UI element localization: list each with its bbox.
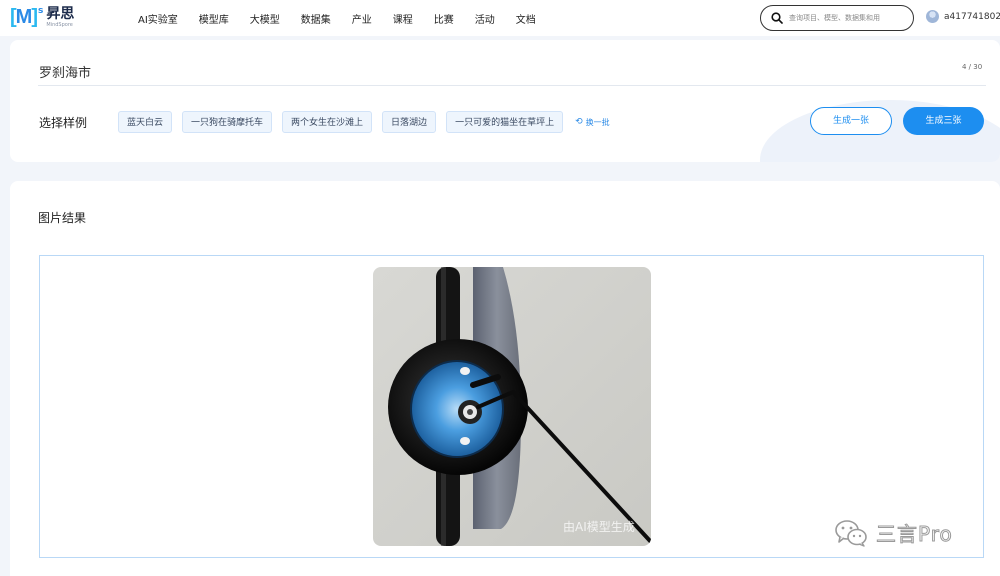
generated-image-graphic (373, 267, 651, 546)
wechat-account-overlay: 三言Pro (834, 518, 953, 547)
character-count: 4 / 30 (962, 63, 983, 71)
logo-superscript: s (38, 6, 44, 16)
prompt-input[interactable]: 罗刹海市 (39, 62, 91, 81)
sample-chip[interactable]: 一只可爱的猫坐在草坪上 (446, 111, 564, 133)
mindspore-logo[interactable]: [M] s 昇思 MindSpore (10, 6, 74, 30)
main-nav: AI实验室 模型库 大模型 数据集 产业 课程 比赛 活动 文档 (138, 0, 557, 36)
nav-item-datasets[interactable]: 数据集 (301, 11, 331, 26)
sample-chip-list: 蓝天白云 一只狗在骑摩托车 两个女生在沙滩上 日落湖边 一只可爱的猫坐在草坪上 … (118, 111, 610, 133)
username[interactable]: a417741802 (944, 12, 1000, 22)
sample-chip[interactable]: 两个女生在沙滩上 (282, 111, 373, 133)
sample-chip[interactable]: 一只狗在骑摩托车 (182, 111, 273, 133)
nav-item-large-models[interactable]: 大模型 (250, 11, 280, 26)
result-title: 图片结果 (38, 211, 87, 225)
nav-item-events[interactable]: 活动 (475, 11, 495, 26)
ai-generated-watermark: 由AI模型生成 (563, 520, 635, 534)
wechat-icon (835, 519, 867, 547)
refresh-icon: ⟲ (575, 117, 583, 127)
nav-item-docs[interactable]: 文档 (516, 11, 536, 26)
generated-image[interactable]: 由AI模型生成 (373, 267, 651, 546)
top-navigation-bar: [M] s 昇思 MindSpore AI实验室 模型库 大模型 数据集 产业 … (0, 0, 1000, 36)
user-menu[interactable]: a417741802 (926, 10, 1000, 23)
prompt-underline (38, 85, 986, 86)
logo-mark: [M] (10, 6, 38, 28)
search-box[interactable] (760, 5, 914, 31)
nav-item-industry[interactable]: 产业 (352, 11, 372, 26)
sample-chip[interactable]: 蓝天白云 (118, 111, 173, 133)
logo-subtitle: MindSpore (46, 22, 73, 28)
refresh-samples-button[interactable]: ⟲ 换一批 (575, 117, 610, 128)
generate-three-button[interactable]: 生成三张 (903, 107, 984, 135)
generate-one-button[interactable]: 生成一张 (810, 107, 892, 135)
avatar[interactable] (926, 10, 939, 23)
nav-item-competitions[interactable]: 比赛 (434, 11, 454, 26)
result-panel: 图片结果 由AI模型生成 (10, 181, 1000, 576)
nav-item-ai-lab[interactable]: AI实验室 (138, 11, 178, 26)
nav-item-model-library[interactable]: 模型库 (199, 11, 229, 26)
sample-label: 选择样例 (39, 116, 88, 130)
prompt-panel: 罗刹海市 4 / 30 选择样例 蓝天白云 一只狗在骑摩托车 两个女生在沙滩上 … (10, 40, 1000, 162)
refresh-label: 换一批 (585, 117, 610, 127)
wechat-account-name: 三言Pro (876, 522, 953, 547)
search-input[interactable] (789, 14, 909, 22)
sample-chip[interactable]: 日落湖边 (382, 111, 437, 133)
result-image-frame: 由AI模型生成 (39, 255, 984, 558)
logo-name: 昇思 (46, 6, 75, 22)
search-icon[interactable] (771, 12, 783, 24)
nav-item-courses[interactable]: 课程 (393, 11, 413, 26)
